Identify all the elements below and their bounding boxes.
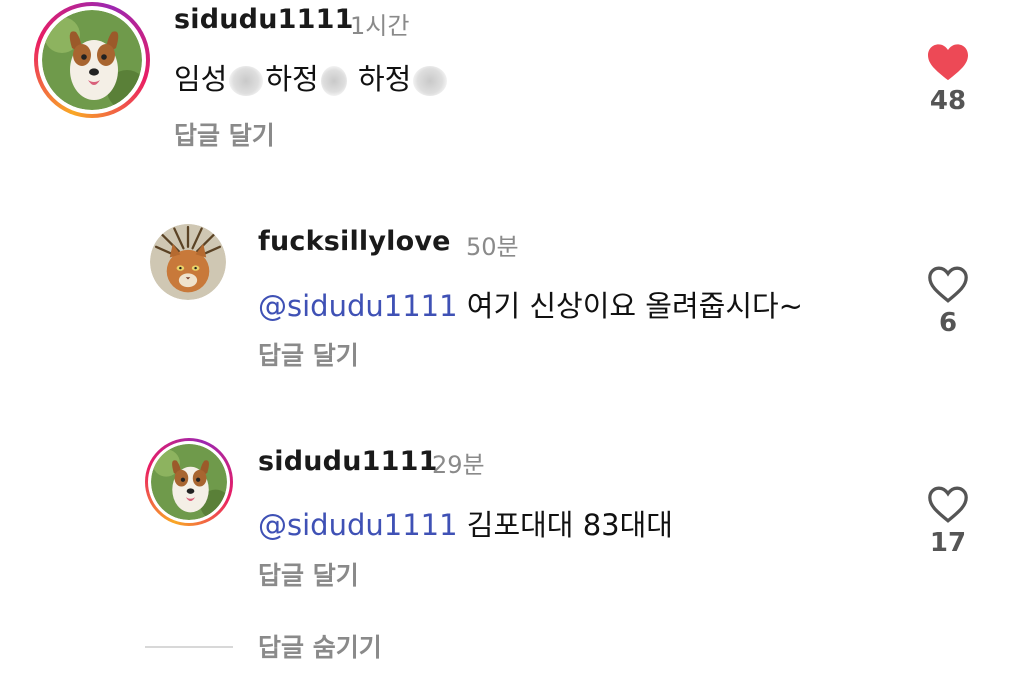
comment-timestamp: 1시간	[350, 12, 410, 40]
comment-text-segment: 하정	[265, 62, 319, 96]
blurred-redaction	[320, 66, 347, 96]
comment-username[interactable]: sidudu1111	[258, 446, 438, 477]
comment-timestamp: 50분	[466, 233, 519, 261]
like-count: 17	[929, 528, 967, 558]
reply-button[interactable]: 답글 달기	[258, 336, 359, 372]
like-count: 48	[929, 86, 967, 116]
heart-outline-icon	[928, 266, 968, 303]
hide-replies-button[interactable]: 답글 숨기기	[258, 628, 382, 664]
comment-text: @sidudu1111 김포대대 83대대	[258, 502, 673, 544]
avatar[interactable]	[34, 2, 150, 118]
like-button[interactable]: 6	[918, 264, 978, 338]
reply-button[interactable]: 답글 달기	[174, 116, 275, 152]
mention-link[interactable]: @sidudu1111	[258, 289, 458, 323]
dog-avatar-icon	[151, 444, 227, 520]
comment-username[interactable]: fucksillylove	[258, 226, 451, 257]
hide-replies-divider	[145, 646, 233, 648]
mention-link[interactable]: @sidudu1111	[258, 508, 458, 542]
avatar[interactable]	[145, 438, 233, 526]
comment-text-body: 여기 신상이요 올려줍시다~	[466, 289, 803, 323]
comment-text-segment: 임성	[174, 62, 228, 96]
heart-outline-icon	[928, 486, 968, 523]
reply-button[interactable]: 답글 달기	[258, 556, 359, 592]
like-button[interactable]: 17	[918, 484, 978, 558]
comment-username[interactable]: sidudu1111	[174, 4, 354, 35]
avatar[interactable]	[150, 224, 226, 300]
comment-text: 임성 하정 하정	[174, 56, 449, 98]
blurred-redaction	[413, 66, 448, 96]
dog-avatar-icon	[42, 10, 142, 110]
comment-text: @sidudu1111 여기 신상이요 올려줍시다~	[258, 283, 803, 325]
cat-avatar-icon	[150, 224, 226, 300]
like-count: 6	[938, 308, 958, 338]
comment-text-body: 김포대대 83대대	[466, 508, 673, 542]
blurred-redaction	[229, 66, 264, 96]
comment-text-segment: 하정	[357, 62, 412, 96]
comment-timestamp: 29분	[432, 451, 485, 479]
heart-filled-icon	[928, 44, 968, 81]
like-button[interactable]: 48	[918, 42, 978, 116]
